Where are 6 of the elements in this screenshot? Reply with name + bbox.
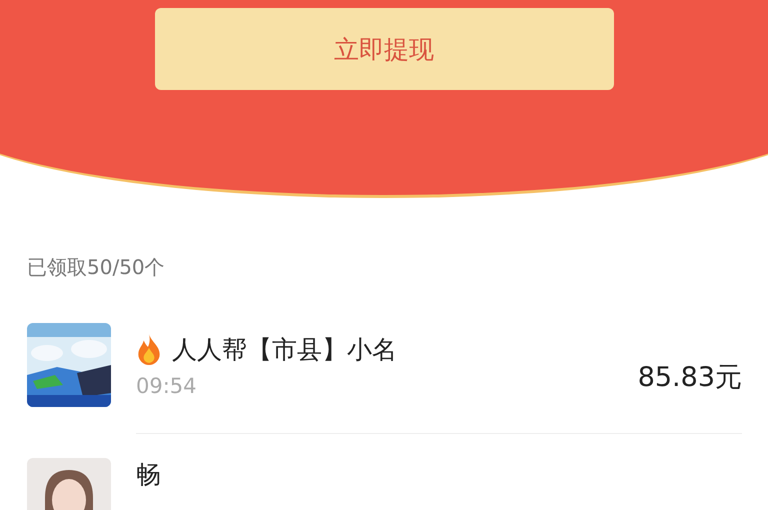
claimed-count: 已领取50/50个 [27,254,166,281]
amount: 85.83元 [638,361,742,395]
claim-time: 09:54 [136,374,198,398]
user-name: 人人帮【市县】小名 [172,334,397,366]
withdraw-button[interactable]: 立即提现 [154,8,614,90]
user-name: 畅 [136,459,161,491]
